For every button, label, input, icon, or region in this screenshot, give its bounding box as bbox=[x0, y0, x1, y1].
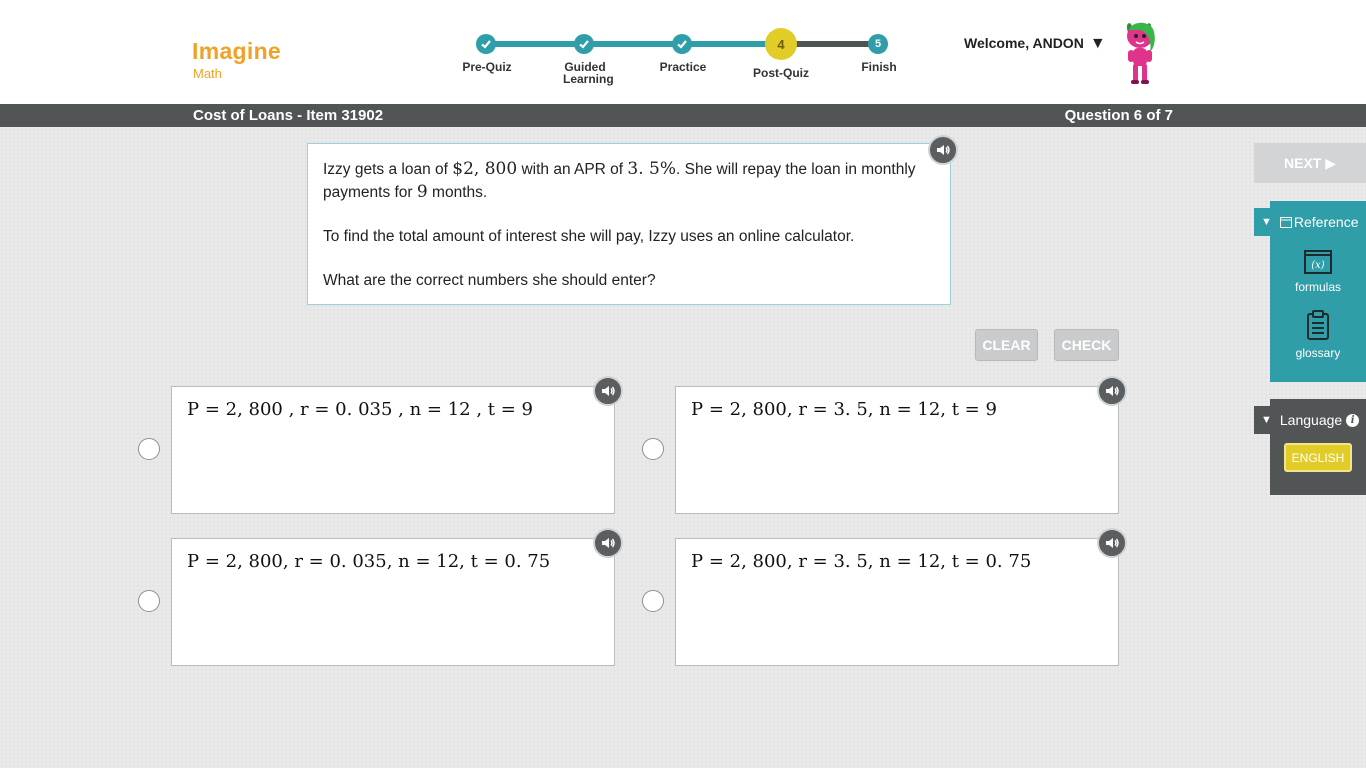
logo-imagine: Imagine bbox=[192, 38, 282, 64]
formulas-label: formulas bbox=[1294, 280, 1341, 294]
next-button[interactable]: NEXT ▶ bbox=[1254, 143, 1366, 183]
step-label-prequiz: Pre-Quiz bbox=[462, 60, 512, 74]
collapse-triangle-icon: ▼ bbox=[1261, 216, 1272, 228]
step-finish: 5 bbox=[868, 34, 888, 54]
avatar-character bbox=[1126, 22, 1155, 84]
step-label-guided: Guided Learning bbox=[563, 60, 614, 86]
answer-choice-2[interactable]: P = 2, 800, r = 3. 5, n = 12, t = 9 bbox=[675, 386, 1119, 514]
glossary-button[interactable]: glossary bbox=[1270, 310, 1366, 360]
choice-radio-1[interactable] bbox=[138, 438, 160, 460]
glossary-label: glossary bbox=[1295, 346, 1341, 360]
item-title-bar: Cost of Loans - Item 31902 Question 6 of… bbox=[0, 104, 1366, 127]
choice-text-4: P = 2, 800, r = 3. 5, n = 12, t = 0. 75 bbox=[691, 551, 1032, 572]
user-menu[interactable]: Welcome, ANDON ▼ bbox=[964, 35, 1106, 53]
svg-text:(x): (x) bbox=[1311, 260, 1325, 271]
choice-text-2: P = 2, 800, r = 3. 5, n = 12, t = 9 bbox=[691, 399, 997, 420]
language-header-label: Language bbox=[1279, 412, 1343, 428]
clear-button[interactable]: CLEAR bbox=[975, 329, 1038, 361]
question-paragraph-1: Izzy gets a loan of $2, 800 with an APR … bbox=[323, 159, 916, 202]
choice-2-audio-button[interactable] bbox=[1097, 376, 1127, 406]
english-language-button[interactable]: ENGLISH bbox=[1284, 443, 1352, 472]
logo-math: Math bbox=[193, 66, 222, 81]
speaker-icon bbox=[1106, 386, 1119, 396]
speaker-icon bbox=[602, 386, 615, 396]
loan-amount: $2, 800 bbox=[452, 159, 518, 179]
speaker-icon bbox=[1106, 538, 1119, 548]
clipboard-icon bbox=[1307, 310, 1329, 340]
check-button[interactable]: CHECK bbox=[1054, 329, 1119, 361]
speaker-icon bbox=[602, 538, 615, 548]
dropdown-caret-icon: ▼ bbox=[1089, 35, 1106, 52]
step-prequiz-check-icon bbox=[476, 34, 496, 54]
reference-header-label: Reference bbox=[1293, 214, 1359, 230]
apr-rate: 3. 5% bbox=[627, 159, 677, 179]
choice-radio-3[interactable] bbox=[138, 590, 160, 612]
welcome-text: Welcome, ANDON bbox=[964, 35, 1084, 51]
collapse-triangle-icon: ▼ bbox=[1261, 414, 1272, 426]
top-header: Imagine Math Pre-Quiz Guided Learning Pr… bbox=[0, 0, 1366, 104]
choice-radio-2[interactable] bbox=[642, 438, 664, 460]
choice-text-3: P = 2, 800, r = 0. 035, n = 12, t = 0. 7… bbox=[187, 551, 551, 572]
step-postquiz-current: 4 bbox=[765, 28, 797, 60]
choice-4-audio-button[interactable] bbox=[1097, 528, 1127, 558]
answer-choice-3[interactable]: P = 2, 800, r = 0. 035, n = 12, t = 0. 7… bbox=[171, 538, 615, 666]
step-label-finish: Finish bbox=[861, 60, 897, 74]
step-label-postquiz: Post-Quiz bbox=[753, 66, 809, 80]
reference-toggle[interactable]: ▼ Reference bbox=[1254, 208, 1366, 236]
formulas-button[interactable]: (x) formulas bbox=[1270, 250, 1366, 294]
language-toggle[interactable]: ▼ Language i bbox=[1254, 406, 1366, 434]
choice-1-audio-button[interactable] bbox=[593, 376, 623, 406]
question-audio-button[interactable] bbox=[928, 135, 958, 165]
step-label-practice: Practice bbox=[659, 60, 707, 74]
info-icon[interactable]: i bbox=[1346, 413, 1360, 427]
step-practice-check-icon bbox=[672, 34, 692, 54]
formula-icon: (x) bbox=[1304, 250, 1332, 274]
question-prompt: Izzy gets a loan of $2, 800 with an APR … bbox=[307, 143, 951, 305]
question-counter: Question 6 of 7 bbox=[1064, 107, 1173, 124]
item-title: Cost of Loans - Item 31902 bbox=[193, 107, 384, 124]
speaker-icon bbox=[937, 145, 950, 155]
question-paragraph-2: To find the total amount of interest she… bbox=[323, 228, 855, 245]
reference-book-icon bbox=[1279, 216, 1292, 228]
answer-choice-4[interactable]: P = 2, 800, r = 3. 5, n = 12, t = 0. 75 bbox=[675, 538, 1119, 666]
choice-text-1: P = 2, 800 , r = 0. 035 , n = 12 , t = 9 bbox=[187, 399, 533, 420]
choice-3-audio-button[interactable] bbox=[593, 528, 623, 558]
choice-radio-4[interactable] bbox=[642, 590, 664, 612]
months-value: 9 bbox=[416, 182, 428, 202]
question-paragraph-3: What are the correct numbers she should … bbox=[323, 272, 656, 289]
answer-choice-1[interactable]: P = 2, 800 , r = 0. 035 , n = 12 , t = 9 bbox=[171, 386, 615, 514]
step-guided-check-icon bbox=[574, 34, 594, 54]
progress-track-complete bbox=[486, 41, 781, 47]
